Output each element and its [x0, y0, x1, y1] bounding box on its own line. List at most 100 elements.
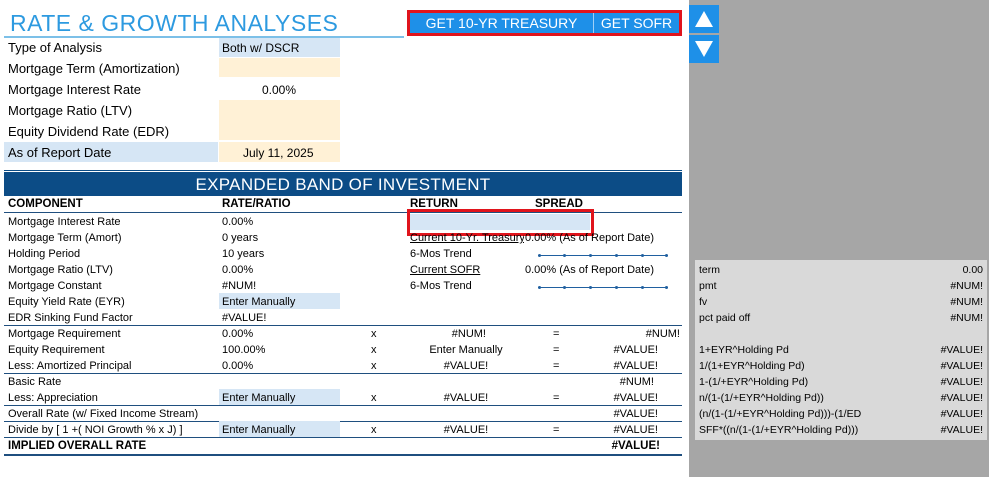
- helper-value: #NUM!: [950, 280, 983, 292]
- band-title: EXPANDED BAND OF INVESTMENT: [4, 172, 682, 196]
- equals-sign: =: [553, 424, 560, 436]
- sofr-link[interactable]: Current SOFR: [410, 264, 480, 276]
- row-result: #VALUE!: [613, 392, 658, 404]
- scroll-arrows: [689, 5, 719, 63]
- row-result: #VALUE!: [613, 424, 658, 436]
- scroll-down-button[interactable]: [689, 35, 719, 63]
- section-rule: [4, 325, 682, 326]
- row-label: Mortgage Ratio (LTV): [8, 264, 113, 276]
- row-label: Equity Yield Rate (EYR): [8, 296, 125, 308]
- row-label: Less: Amortized Principal: [8, 360, 132, 372]
- helper-value: #VALUE!: [940, 360, 983, 372]
- sofr-trend-sparkline: [538, 286, 668, 289]
- helper-label: 1-(1/+EYR^Holding Pd): [699, 376, 809, 388]
- row-label: Less: Appreciation: [8, 392, 98, 404]
- row-result: #VALUE!: [613, 344, 658, 356]
- trend-label: 6-Mos Trend: [410, 248, 472, 260]
- noi-growth-input[interactable]: Enter Manually: [222, 424, 295, 436]
- row-return: #VALUE!: [443, 424, 489, 436]
- helper-value: #VALUE!: [940, 424, 983, 436]
- helper-label: pct paid off: [699, 312, 751, 324]
- helper-value: #NUM!: [950, 312, 983, 324]
- mortgage-rate-value[interactable]: 0.00%: [262, 83, 296, 97]
- row-label: Mortgage Interest Rate: [8, 216, 121, 228]
- section-rule: [4, 437, 682, 438]
- times-sign: x: [371, 392, 377, 404]
- helper-value: #VALUE!: [940, 392, 983, 404]
- helper-value: #NUM!: [950, 296, 983, 308]
- band-top-rule: [4, 170, 682, 171]
- equals-sign: =: [553, 344, 560, 356]
- input-label: Mortgage Interest Rate: [8, 82, 141, 97]
- mortgage-term-cell[interactable]: [219, 58, 340, 77]
- row-result: #NUM!: [619, 376, 654, 388]
- row-return: #VALUE!: [443, 392, 489, 404]
- calc-helper-panel: term 0.00 pmt #NUM! fv #NUM! pct paid of…: [695, 260, 987, 440]
- header-component: COMPONENT: [8, 198, 83, 210]
- row-label: Mortgage Constant: [8, 280, 102, 292]
- implied-overall-rate-label: IMPLIED OVERALL RATE: [8, 440, 147, 452]
- trend-label: 6-Mos Trend: [410, 280, 472, 292]
- row-label: Divide by [ 1 +( NOI Growth % x J) ]: [8, 424, 183, 436]
- row-rate: 0.00%: [222, 360, 254, 372]
- row-rate: 10 years: [222, 248, 265, 260]
- equals-sign: =: [553, 328, 560, 340]
- get-sofr-button[interactable]: GET SOFR: [594, 13, 679, 33]
- eyr-input[interactable]: Enter Manually: [222, 296, 295, 308]
- times-sign: x: [371, 424, 377, 436]
- helper-value: 0.00: [962, 264, 983, 276]
- ltv-edr-cells[interactable]: [219, 100, 340, 140]
- equals-sign: =: [553, 360, 560, 372]
- row-label: Mortgage Requirement: [8, 328, 121, 340]
- report-date-value[interactable]: July 11, 2025: [243, 146, 314, 160]
- row-rate: #VALUE!: [222, 312, 267, 324]
- input-label: As of Report Date: [8, 145, 112, 160]
- row-label: Basic Rate: [8, 376, 62, 388]
- title-underline: [4, 36, 404, 38]
- up-arrow-icon: [695, 11, 713, 27]
- page-title: RATE & GROWTH ANALYSES: [10, 10, 339, 36]
- fetch-rate-button-group: GET 10-YR TREASURY GET SOFR: [407, 10, 682, 36]
- helper-label: 1/(1+EYR^Holding Pd): [699, 360, 805, 372]
- down-arrow-icon: [695, 41, 713, 57]
- row-return: #VALUE!: [443, 360, 489, 372]
- sofr-value: 0.00% (As of Report Date): [525, 264, 655, 276]
- analysis-type-value[interactable]: Both w/ DSCR: [222, 41, 299, 55]
- row-rate: 0 years: [222, 232, 259, 244]
- scroll-up-button[interactable]: [689, 5, 719, 33]
- row-label: Overall Rate (w/ Fixed Income Stream): [8, 408, 199, 420]
- times-sign: x: [371, 328, 377, 340]
- section-rule: [4, 405, 682, 406]
- row-result: #NUM!: [645, 328, 680, 340]
- helper-label: term: [699, 264, 720, 276]
- total-rule: [4, 454, 682, 456]
- appreciation-input[interactable]: Enter Manually: [222, 392, 295, 404]
- helper-value: #VALUE!: [940, 344, 983, 356]
- row-rate: 0.00%: [222, 216, 254, 228]
- times-sign: x: [371, 360, 377, 372]
- worksheet: RATE & GROWTH ANALYSES GET 10-YR TREASUR…: [0, 0, 689, 477]
- equals-sign: =: [553, 392, 560, 404]
- row-label: Holding Period: [8, 248, 81, 260]
- helper-value: #VALUE!: [940, 408, 983, 420]
- helper-label: (n/(1-(1/+EYR^Holding Pd)))-(1/ED: [699, 408, 862, 420]
- treasury-trend-sparkline: [538, 254, 668, 257]
- helper-label: n/(1-(1/+EYR^Holding Pd)): [699, 392, 824, 404]
- input-label: Mortgage Ratio (LTV): [8, 103, 133, 118]
- helper-label: SFF*((n/(1-(1/+EYR^Holding Pd))): [699, 424, 859, 436]
- row-result: #VALUE!: [613, 360, 658, 372]
- get-10yr-treasury-button[interactable]: GET 10-YR TREASURY: [410, 13, 594, 33]
- row-return: Enter Manually: [429, 344, 503, 356]
- input-label: Equity Dividend Rate (EDR): [8, 124, 170, 139]
- helper-label: 1+EYR^Holding Pd: [699, 344, 789, 356]
- section-rule: [4, 421, 682, 422]
- helper-value: #VALUE!: [940, 376, 983, 388]
- header-rate: RATE/RATIO: [222, 198, 291, 210]
- row-rate: 0.00%: [222, 328, 254, 340]
- helper-label: fv: [699, 296, 708, 308]
- row-label: Equity Requirement: [8, 344, 105, 356]
- row-rate: 0.00%: [222, 264, 254, 276]
- section-rule: [4, 373, 682, 374]
- helper-label: pmt: [699, 280, 717, 292]
- treasury-link[interactable]: Current 10-Yr. Treasury: [410, 232, 524, 244]
